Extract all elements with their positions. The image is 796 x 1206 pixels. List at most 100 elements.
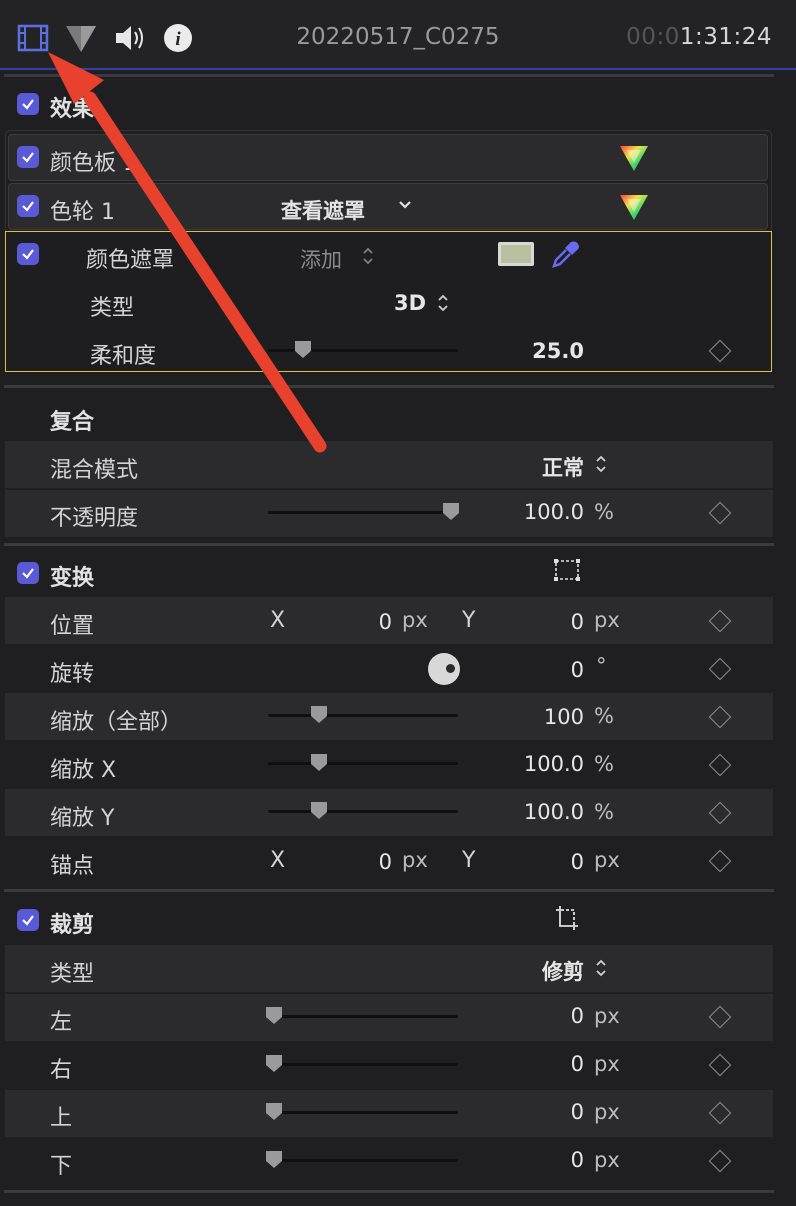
crop-bottom-label: 下 [50,1154,73,1179]
rotation-unit: ° [596,654,607,678]
color-mask-checkbox[interactable] [17,243,39,265]
scale-y-value[interactable]: 100.0 [480,800,584,824]
crop-left-slider-track[interactable] [268,1015,458,1018]
color-board-label: 颜色板 1 [50,151,137,176]
crop-right-value[interactable]: 0 [480,1052,584,1076]
opacity-slider-track[interactable] [268,511,458,514]
crop-right-unit: px [594,1052,620,1076]
crop-type-value[interactable]: 修剪 [500,956,584,986]
crop-left-label: 左 [50,1010,73,1035]
color-wheels-triangle-icon[interactable] [618,192,650,226]
compositing-section-title: 复合 [50,410,95,435]
color-mask-label: 颜色遮罩 [86,248,175,273]
header-underline [0,68,796,70]
scale-x-slider-knob[interactable] [310,753,328,771]
crop-right-label: 右 [50,1058,73,1083]
crop-onscreen-icon[interactable] [554,904,580,936]
color-board-checkbox[interactable] [17,146,39,168]
position-label: 位置 [50,614,95,639]
scale-y-unit: % [594,800,614,824]
crop-bottom-slider-track[interactable] [268,1159,458,1162]
blend-mode-label: 混合模式 [50,458,139,483]
effects-checkbox[interactable] [17,93,39,115]
opacity-value[interactable]: 100.0 [480,500,584,524]
crop-top-label: 上 [50,1106,73,1131]
crop-right-slider-track[interactable] [268,1063,458,1066]
anchor-label: 锚点 [50,854,95,879]
updown-icon[interactable] [595,958,607,982]
divider [4,74,774,77]
crop-type-row [5,945,773,992]
inspector-header: i 20220517_C0275 00:01:31:24 [0,0,796,70]
opacity-label: 不透明度 [50,506,139,531]
color-board-triangle-icon[interactable] [618,143,650,177]
crop-right-slider-knob[interactable] [265,1054,283,1072]
anchor-x-value[interactable]: 0 [320,850,392,874]
divider [4,385,774,388]
softness-slider-knob[interactable] [294,340,312,358]
position-y-value[interactable]: 0 [512,610,584,634]
crop-left-slider-knob[interactable] [265,1006,283,1024]
position-x-unit: px [402,608,428,632]
crop-section-title: 裁剪 [50,913,95,938]
scale-all-slider-knob[interactable] [310,705,328,723]
crop-left-value[interactable]: 0 [480,1004,584,1028]
anchor-y-unit: px [594,848,620,872]
divider [4,889,774,892]
position-x-axis: X [270,608,286,633]
view-mask-dropdown[interactable]: 查看遮罩 [281,195,365,225]
scale-x-unit: % [594,752,614,776]
mask-mode-popup[interactable]: 添加 [300,244,342,274]
crop-top-value[interactable]: 0 [480,1100,584,1124]
rotation-label: 旋转 [50,662,95,687]
color-swatch[interactable] [498,242,534,266]
effects-section-title: 效果 [50,97,95,122]
chevron-down-icon[interactable] [398,197,412,216]
softness-label: 柔和度 [90,344,157,369]
crop-top-slider-track[interactable] [268,1111,458,1114]
updown-icon[interactable] [437,293,449,317]
scale-all-value[interactable]: 100 [480,705,584,729]
mask-type-value[interactable]: 3D [370,291,426,315]
crop-top-unit: px [594,1100,620,1124]
scale-x-label: 缩放 X [50,758,117,783]
position-y-unit: px [594,608,620,632]
scale-x-slider-track[interactable] [268,762,458,765]
position-x-value[interactable]: 0 [320,610,392,634]
scale-y-slider-knob[interactable] [310,801,328,819]
anchor-y-axis: Y [462,848,476,873]
transform-section-title: 变换 [50,566,95,591]
crop-bottom-slider-knob[interactable] [265,1150,283,1168]
anchor-x-unit: px [402,848,428,872]
position-y-axis: Y [462,608,476,633]
rotation-value[interactable]: 0 [512,658,584,682]
updown-icon[interactable] [595,454,607,478]
crop-top-slider-knob[interactable] [265,1102,283,1120]
updown-icon[interactable] [362,246,374,270]
color-wheels-checkbox[interactable] [17,195,39,217]
blend-mode-value[interactable]: 正常 [500,452,584,482]
opacity-slider-knob[interactable] [442,502,460,520]
scale-y-slider-track[interactable] [268,810,458,813]
anchor-y-value[interactable]: 0 [512,850,584,874]
opacity-unit: % [594,500,614,524]
rotation-dial[interactable] [428,653,460,685]
rotation-row [5,645,773,692]
scale-x-value[interactable]: 100.0 [480,752,584,776]
crop-left-unit: px [594,1004,620,1028]
scale-y-label: 缩放 Y [50,806,115,831]
crop-bottom-unit: px [594,1148,620,1172]
mask-type-label: 类型 [90,296,135,321]
crop-checkbox[interactable] [17,909,39,931]
timecode: 00:01:31:24 [626,24,772,50]
transform-checkbox[interactable] [17,562,39,584]
crop-bottom-value[interactable]: 0 [480,1148,584,1172]
scale-all-unit: % [594,704,614,728]
eyedropper-icon[interactable] [550,238,582,274]
divider [4,543,774,546]
scale-all-slider-track[interactable] [268,714,458,717]
divider [4,1190,774,1193]
color-wheels-row[interactable] [8,183,768,230]
softness-value[interactable]: 25.0 [480,339,584,363]
transform-onscreen-icon[interactable] [553,558,581,586]
